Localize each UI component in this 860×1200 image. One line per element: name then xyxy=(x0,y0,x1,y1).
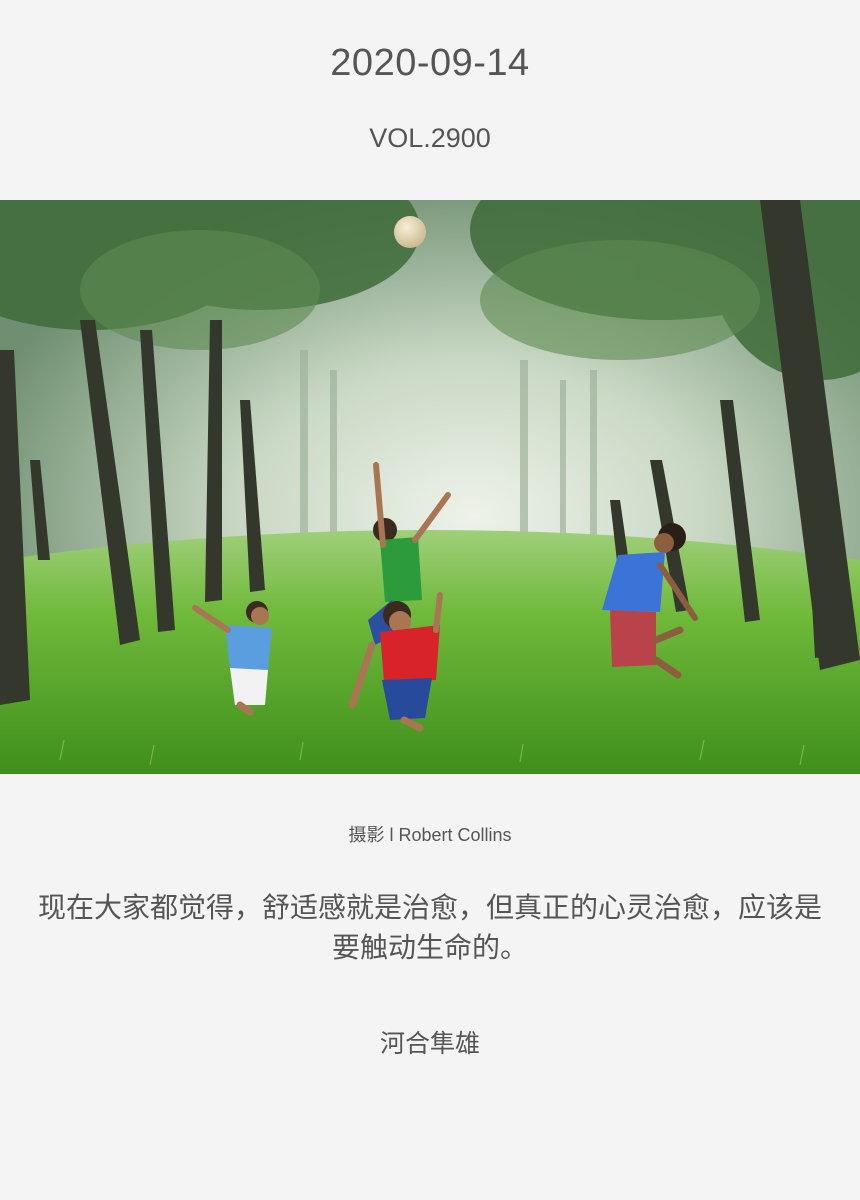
quote-text: 现在大家都觉得，舒适感就是治愈，但真正的心灵治愈，应该是要触动生命的。 xyxy=(37,892,822,963)
cover-photo xyxy=(0,200,860,774)
photo-credit: 摄影 l Robert Collins xyxy=(348,825,512,845)
volume-label: VOL.2900 xyxy=(369,123,491,153)
date-heading: 2020-09-14 xyxy=(330,42,530,84)
quote-author: 河合隼雄 xyxy=(379,1030,480,1058)
